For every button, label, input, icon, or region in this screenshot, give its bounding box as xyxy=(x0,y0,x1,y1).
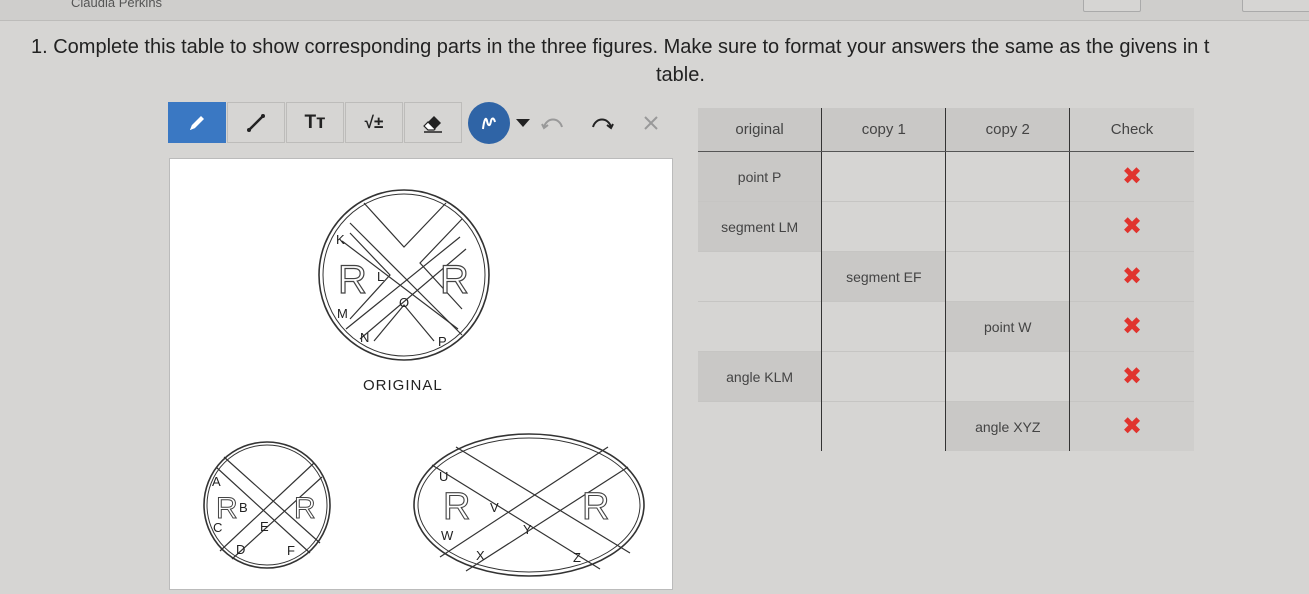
curve-tool-button[interactable] xyxy=(468,102,510,144)
label-u: U xyxy=(439,469,448,484)
check-cell: ✖ xyxy=(1069,301,1194,352)
copy1-letter-r-right: R xyxy=(294,492,316,525)
curve-icon xyxy=(482,117,496,130)
cell-original: angle KLM xyxy=(698,351,822,402)
label-k: K xyxy=(336,232,345,247)
label-n: N xyxy=(360,330,369,345)
label-y: Y xyxy=(523,522,532,537)
letter-r-left: R xyxy=(338,258,367,302)
cell-original[interactable] xyxy=(698,301,822,352)
header-copy-1: copy 1 xyxy=(821,108,946,152)
drawing-canvas[interactable]: K L M N O P R R ORIGINAL A B C D E F R R xyxy=(169,158,673,590)
table-row: segment EF ✖ xyxy=(698,251,1194,302)
student-name: Claudia Perkins xyxy=(71,0,163,10)
close-icon xyxy=(644,116,658,130)
redo-icon xyxy=(592,118,614,130)
top-bar: Claudia Perkins xyxy=(0,0,1309,21)
incorrect-icon: ✖ xyxy=(1121,162,1143,190)
label-z: Z xyxy=(573,550,581,565)
incorrect-icon: ✖ xyxy=(1121,312,1143,340)
redo-button[interactable] xyxy=(589,110,615,136)
math-tool-label: √± xyxy=(364,112,384,132)
cell-copy-1[interactable] xyxy=(821,401,946,451)
cell-copy-1[interactable] xyxy=(821,351,946,402)
line-tool-button[interactable] xyxy=(227,102,285,143)
label-o: O xyxy=(399,295,409,310)
undo-button[interactable] xyxy=(540,110,566,136)
label-e: E xyxy=(260,519,269,534)
text-tool-button[interactable]: Tт xyxy=(286,102,344,143)
cell-copy-1[interactable] xyxy=(821,201,946,252)
check-cell: ✖ xyxy=(1069,351,1194,402)
eraser-icon xyxy=(423,115,442,133)
cell-copy-2: angle XYZ xyxy=(945,401,1070,451)
cell-copy-2: point W xyxy=(945,301,1070,352)
cell-copy-2[interactable] xyxy=(945,201,1070,252)
undo-icon xyxy=(541,118,563,130)
railroad-crossing-figures: K L M N O P R R ORIGINAL A B C D E F R R xyxy=(203,189,645,577)
cell-copy-2[interactable] xyxy=(945,151,1070,202)
table-row: segment LM ✖ xyxy=(698,201,1194,252)
incorrect-icon: ✖ xyxy=(1121,212,1143,240)
pencil-tool-button[interactable] xyxy=(168,102,226,143)
label-f: F xyxy=(287,543,295,558)
cell-copy-1[interactable] xyxy=(821,151,946,202)
tool-menu-dropdown[interactable] xyxy=(510,110,536,136)
top-button-left[interactable] xyxy=(1083,0,1141,12)
header-copy-2: copy 2 xyxy=(945,108,1070,152)
copy-2-figure: U V W X Y Z R R xyxy=(413,433,645,577)
cell-original[interactable] xyxy=(698,251,822,302)
pencil-icon xyxy=(190,115,204,130)
question-line-2: table. xyxy=(656,64,705,86)
cell-copy-2[interactable] xyxy=(945,351,1070,402)
cell-copy-1: segment EF xyxy=(821,251,946,302)
text-tool-label: Tт xyxy=(304,111,326,133)
incorrect-icon: ✖ xyxy=(1121,362,1143,390)
check-cell: ✖ xyxy=(1069,251,1194,302)
label-v: V xyxy=(490,500,499,515)
line-icon xyxy=(247,113,265,132)
check-cell: ✖ xyxy=(1069,401,1194,451)
label-a: A xyxy=(212,474,221,489)
table-row: angle KLM ✖ xyxy=(698,351,1194,402)
top-button-right[interactable] xyxy=(1242,0,1309,12)
incorrect-icon: ✖ xyxy=(1121,262,1143,290)
original-caption: ORIGINAL xyxy=(363,377,443,394)
table-header-row: original copy 1 copy 2 Check xyxy=(698,108,1194,152)
corresponding-parts-table: original copy 1 copy 2 Check point P ✖ s… xyxy=(698,108,1194,451)
check-cell: ✖ xyxy=(1069,201,1194,252)
question-line-1: 1. Complete this table to show correspon… xyxy=(31,36,1210,58)
copy2-letter-r-left: R xyxy=(443,486,470,528)
label-w: W xyxy=(441,528,454,543)
copy2-letter-r-right: R xyxy=(582,486,609,528)
eraser-tool-button[interactable] xyxy=(404,102,462,143)
cell-original: point P xyxy=(698,151,822,202)
check-cell: ✖ xyxy=(1069,151,1194,202)
math-tool-button[interactable]: √± xyxy=(345,102,403,143)
label-l: L xyxy=(377,269,384,284)
clear-button[interactable] xyxy=(638,110,664,136)
table-row: point P ✖ xyxy=(698,151,1194,202)
original-figure: K L M N O P R R ORIGINAL xyxy=(318,189,490,394)
label-b: B xyxy=(239,500,248,515)
table-row: angle XYZ ✖ xyxy=(698,401,1194,451)
label-m: M xyxy=(337,306,348,321)
label-d: D xyxy=(236,542,245,557)
header-check: Check xyxy=(1069,108,1194,152)
cell-original: segment LM xyxy=(698,201,822,252)
label-p: P xyxy=(438,334,447,349)
label-x: X xyxy=(476,548,485,563)
cell-original[interactable] xyxy=(698,401,822,451)
cell-copy-1[interactable] xyxy=(821,301,946,352)
copy1-letter-r-left: R xyxy=(216,492,238,525)
header-original: original xyxy=(698,108,822,152)
table-row: point W ✖ xyxy=(698,301,1194,352)
incorrect-icon: ✖ xyxy=(1121,412,1143,440)
copy-1-figure: A B C D E F R R xyxy=(203,441,331,569)
letter-r-right: R xyxy=(440,258,469,302)
chevron-down-icon xyxy=(516,119,530,127)
cell-copy-2[interactable] xyxy=(945,251,1070,302)
